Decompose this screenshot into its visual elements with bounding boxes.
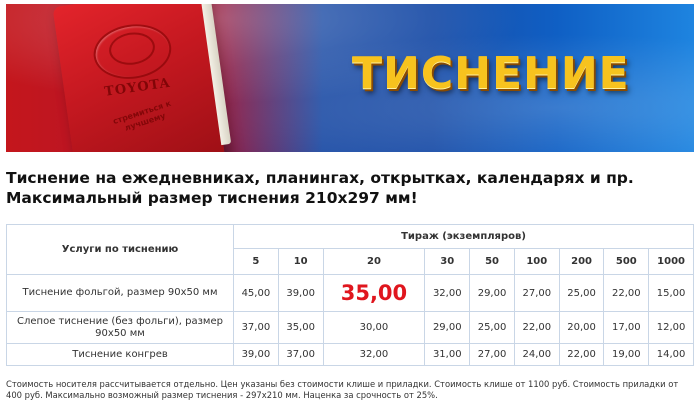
price-cell: 29,00 — [469, 274, 515, 312]
price-cell: 30,00 — [322, 311, 426, 344]
service-name: Слепое тиснение (без фольги), размер 90х… — [6, 311, 234, 344]
price-cell: 39,00 — [277, 274, 324, 312]
quantity-header: 50 — [469, 248, 515, 275]
price-cell: 22,00 — [603, 274, 650, 312]
price-cell: 25,00 — [558, 274, 605, 312]
price-cell: 12,00 — [648, 311, 694, 344]
highlighted-price-cell: 35,00 — [322, 274, 426, 312]
quantity-header: 5 — [233, 248, 279, 275]
price-cell: 25,00 — [469, 311, 515, 344]
table-row: Тиснение конгрев 39,00 37,00 32,00 31,00… — [6, 343, 694, 366]
service-name: Тиснение фольгой, размер 90х50 мм — [6, 274, 234, 312]
price-cell: 22,00 — [558, 343, 605, 366]
table-row: Тиснение фольгой, размер 90х50 мм 45,00 … — [6, 274, 694, 312]
banner-title: ТИСНЕНИЕ — [352, 48, 630, 99]
price-table: Услуги по тиснению Тираж (экземпляров) 5… — [6, 224, 694, 366]
heading-line-2: Максимальный размер тиснения 210х297 мм! — [6, 189, 418, 207]
quantity-header: 500 — [603, 248, 650, 275]
service-name: Тиснение конгрев — [6, 343, 234, 366]
quantity-header: 200 — [558, 248, 605, 275]
price-cell: 32,00 — [322, 343, 426, 366]
header-banner: TOYOTA стремиться к лучшему ТИСНЕНИЕ — [6, 4, 694, 152]
price-cell: 24,00 — [513, 343, 560, 366]
price-cell: 45,00 — [233, 274, 279, 312]
price-cell: 27,00 — [513, 274, 560, 312]
price-cell: 20,00 — [558, 311, 605, 344]
quantity-header: 30 — [424, 248, 471, 275]
table-header-row: Услуги по тиснению Тираж (экземпляров) — [6, 224, 694, 275]
planner-slogan: стремиться к лучшему — [111, 98, 173, 133]
planner-image: TOYOTA стремиться к лучшему — [52, 4, 232, 152]
price-cell: 29,00 — [424, 311, 471, 344]
price-cell: 31,00 — [424, 343, 471, 366]
table-row: Слепое тиснение (без фольги), размер 90х… — [6, 311, 694, 344]
price-cell: 17,00 — [603, 311, 650, 344]
footnote: Стоимость носителя рассчитывается отдель… — [6, 379, 679, 400]
price-cell: 14,00 — [648, 343, 694, 366]
price-cell: 35,00 — [277, 311, 324, 344]
price-cell: 22,00 — [513, 311, 560, 344]
page-heading: Тиснение на ежедневниках, планингах, отк… — [6, 168, 694, 208]
service-column-header: Услуги по тиснению — [6, 224, 234, 275]
price-cell: 27,00 — [469, 343, 515, 366]
heading-line-1: Тиснение на ежедневниках, планингах, отк… — [6, 169, 634, 187]
price-cell: 15,00 — [648, 274, 694, 312]
quantity-header: 1000 — [648, 248, 694, 275]
price-cell: 39,00 — [233, 343, 279, 366]
price-cell: 37,00 — [233, 311, 279, 344]
price-cell: 19,00 — [603, 343, 650, 366]
price-cell: 37,00 — [277, 343, 324, 366]
run-column-header: Тираж (экземпляров) — [233, 224, 694, 249]
quantity-header: 100 — [513, 248, 560, 275]
quantity-header: 20 — [322, 248, 426, 275]
quantity-header: 10 — [277, 248, 324, 275]
price-cell: 32,00 — [424, 274, 471, 312]
